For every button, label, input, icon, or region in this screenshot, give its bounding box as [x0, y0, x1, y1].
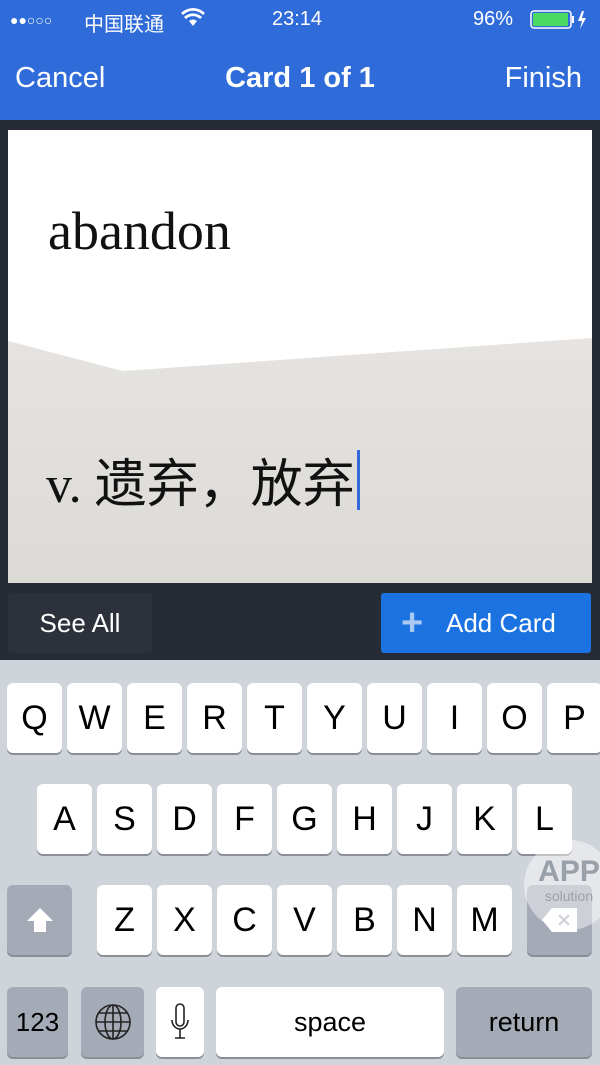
- key-i[interactable]: I: [427, 683, 482, 753]
- key-j[interactable]: J: [397, 784, 452, 854]
- clock: 23:14: [272, 8, 323, 30]
- globe-icon: [94, 1004, 131, 1040]
- key-b[interactable]: B: [337, 885, 392, 955]
- key-w[interactable]: W: [67, 683, 122, 753]
- key-v[interactable]: V: [277, 885, 332, 955]
- key-n[interactable]: N: [397, 885, 452, 955]
- shift-arrow-icon: [26, 908, 53, 932]
- key-p[interactable]: P: [547, 683, 600, 753]
- navigation-bar: Cancel Card 1 of 1 Finish: [0, 40, 600, 120]
- key-e[interactable]: E: [127, 683, 182, 753]
- carrier: 中国联通: [84, 14, 164, 36]
- card-back-text: v. 遗弃，放弃: [46, 457, 355, 514]
- see-all-button[interactable]: See All: [8, 593, 152, 653]
- key-u[interactable]: U: [367, 683, 422, 753]
- key-y[interactable]: Y: [307, 683, 362, 753]
- key-d[interactable]: D: [157, 784, 212, 854]
- key-s[interactable]: S: [97, 784, 152, 854]
- key-t[interactable]: T: [247, 683, 302, 753]
- status-bar: ●●○○○ 中国联通 23:14 96%: [0, 0, 600, 40]
- key-o[interactable]: O: [487, 683, 542, 753]
- key-m[interactable]: M: [457, 885, 512, 955]
- flashcard: abandon v. 遗弃，放弃: [8, 130, 592, 583]
- shift-key[interactable]: [7, 885, 72, 955]
- finish-button[interactable]: Finish: [505, 62, 582, 95]
- add-card-button[interactable]: + Add Card: [381, 593, 591, 653]
- numbers-key[interactable]: 123: [7, 987, 68, 1057]
- battery-percent: 96%: [473, 8, 514, 30]
- dictation-key[interactable]: [156, 987, 204, 1057]
- key-c[interactable]: C: [217, 885, 272, 955]
- globe-key[interactable]: [81, 987, 144, 1057]
- key-x[interactable]: X: [157, 885, 212, 955]
- return-key[interactable]: return: [456, 987, 592, 1057]
- key-r[interactable]: R: [187, 683, 242, 753]
- key-a[interactable]: A: [37, 784, 92, 854]
- signal-strength: ●●○○○: [10, 12, 53, 28]
- key-q[interactable]: Q: [7, 683, 62, 753]
- add-card-label: Add Card: [446, 608, 556, 638]
- keyboard: Q W E R T Y U I O P A S D F G H J K L Z X C V B N M 123 space return: [0, 660, 600, 1065]
- plus-icon: +: [401, 602, 424, 644]
- card-back-input[interactable]: v. 遗弃，放弃: [46, 442, 360, 517]
- key-k[interactable]: K: [457, 784, 512, 854]
- key-h[interactable]: H: [337, 784, 392, 854]
- microphone-icon: [171, 1003, 189, 1039]
- wifi-icon: [181, 8, 205, 34]
- cancel-button[interactable]: Cancel: [15, 62, 105, 95]
- key-f[interactable]: F: [217, 784, 272, 854]
- space-key[interactable]: space: [216, 987, 444, 1057]
- key-g[interactable]: G: [277, 784, 332, 854]
- battery-icon: [530, 10, 590, 36]
- key-z[interactable]: Z: [97, 885, 152, 955]
- card-front-text[interactable]: abandon: [48, 200, 231, 262]
- text-cursor: [356, 449, 360, 510]
